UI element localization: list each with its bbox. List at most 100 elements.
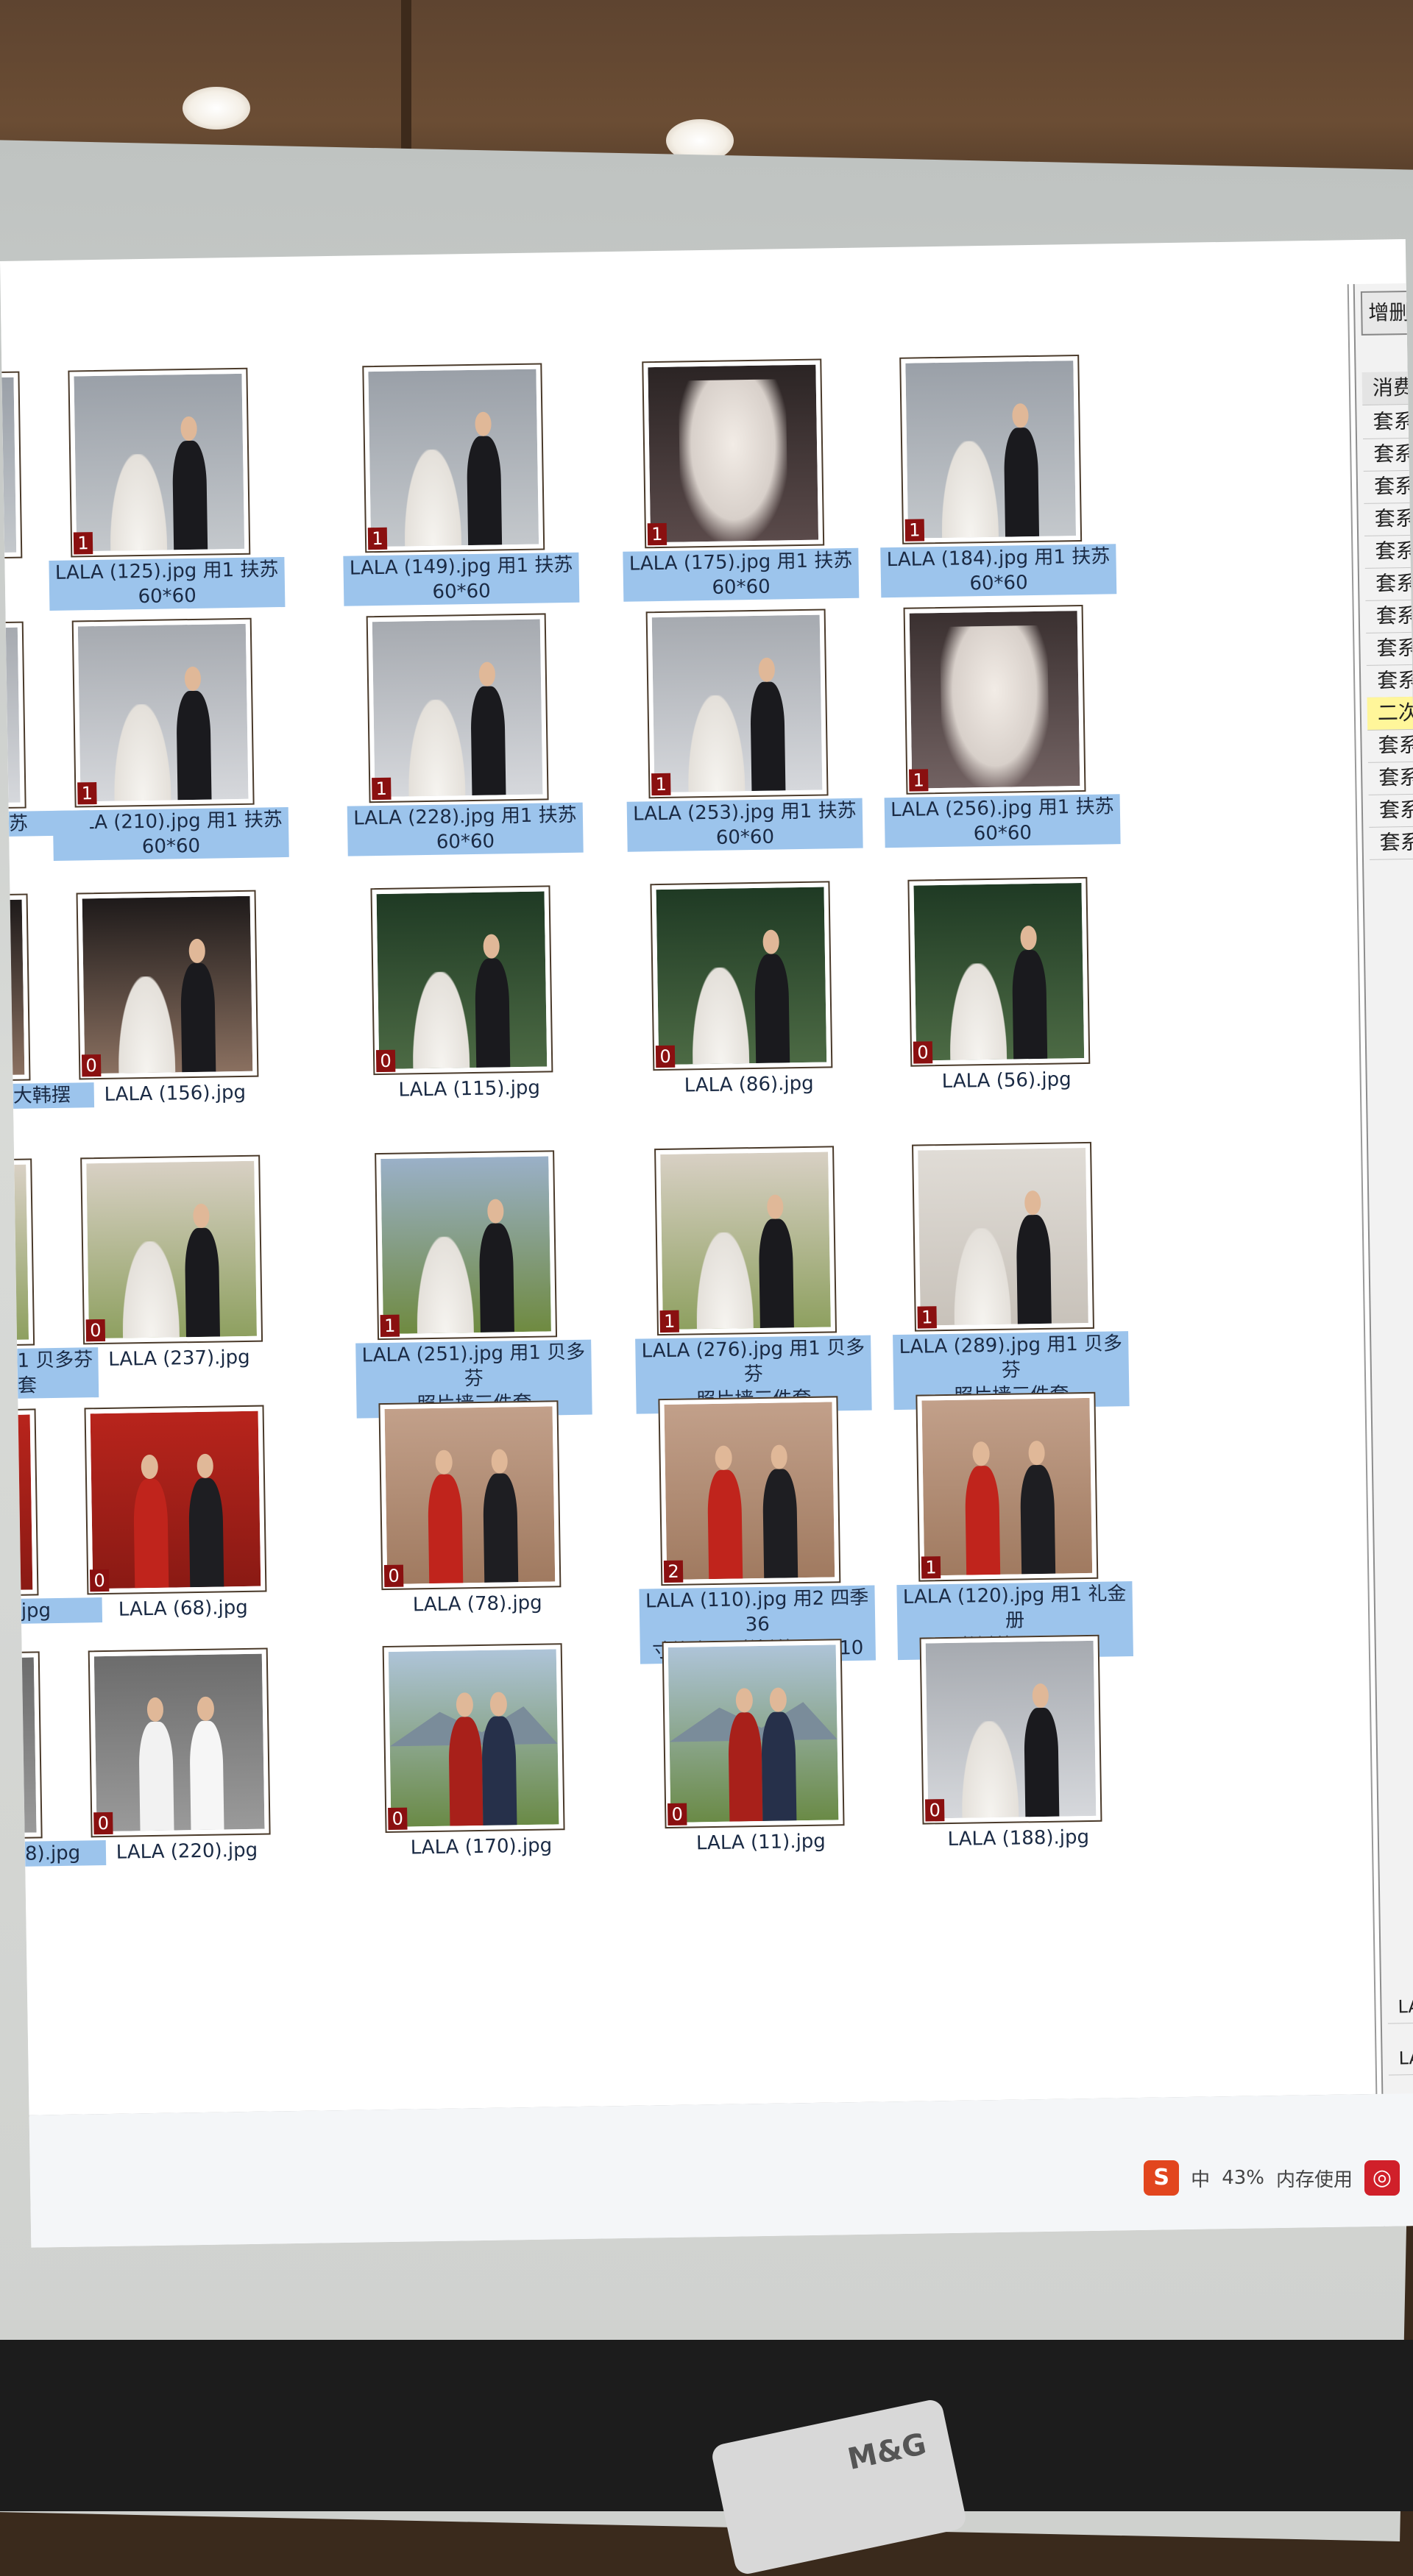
- thumbnail-frame[interactable]: 1: [366, 613, 549, 803]
- photo-thumbnail[interactable]: 0 LALA (170).jpg: [368, 1642, 633, 1859]
- partial-caption[interactable]: 8).jpg: [24, 1840, 107, 1867]
- partial-caption[interactable]: 1 贝多芬 套: [17, 1347, 99, 1399]
- side-package-row[interactable]: 套系: [1368, 793, 1413, 828]
- thumbnail-frame[interactable]: 0: [919, 1634, 1102, 1825]
- wedding-photo: [909, 611, 1080, 789]
- thumbnail-frame[interactable]: 0: [662, 1639, 845, 1829]
- photo-thumbnail[interactable]: 0 LALA (56).jpg: [893, 876, 1158, 1093]
- usage-count-badge: 1: [73, 532, 93, 555]
- usage-count-badge: 0: [383, 1564, 404, 1588]
- side-package-row[interactable]: 套系: [1362, 405, 1413, 439]
- wedding-photo: [667, 1644, 839, 1823]
- photo-thumbnail[interactable]: 1LALA (276).jpg 用1 贝多芬 照片墙三件套: [635, 1145, 904, 1414]
- photo-caption[interactable]: LALA (86).jpg: [631, 1071, 866, 1099]
- side-package-row[interactable]: 套系: [1367, 728, 1413, 763]
- photo-caption[interactable]: LALA (175).jpg 用1 扶苏 60*60: [623, 547, 860, 602]
- sogou-ime-icon[interactable]: S: [1144, 2160, 1180, 2196]
- photo-thumbnail[interactable]: 0 LALA (237).jpg: [65, 1154, 330, 1371]
- photo-caption[interactable]: LALA (256).jpg 用1 扶苏 60*60: [884, 794, 1121, 848]
- partial-caption[interactable]: jpg: [21, 1597, 103, 1624]
- photo-thumbnail[interactable]: 1 LALA (256).jpg 用1 扶苏 60*60: [884, 603, 1154, 848]
- wedding-photo: [93, 1653, 265, 1832]
- side-package-row[interactable]: 套系: [1364, 567, 1413, 601]
- side-package-row[interactable]: 套系: [1364, 502, 1413, 536]
- photo-thumbnail[interactable]: 0 LALA (220).jpg: [74, 1647, 339, 1864]
- photo-thumbnail[interactable]: 1 LALA (125).jpg 用1 扶苏 60*60: [49, 366, 318, 611]
- thumbnail-frame[interactable]: 1: [654, 1146, 837, 1336]
- wedding-photo: [918, 1147, 1088, 1326]
- photo-thumbnail[interactable]: 1 LALA (253).jpg 用1 扶苏 60*60: [626, 608, 896, 852]
- usage-count-badge: 1: [651, 773, 671, 796]
- side-package-row[interactable]: 套系: [1363, 469, 1413, 504]
- photo-caption[interactable]: LALA (78).jpg: [359, 1590, 595, 1619]
- thumbnail-frame[interactable]: 1: [916, 1391, 1099, 1582]
- wedding-photo: [77, 623, 249, 802]
- thumbnail-frame[interactable]: 1: [899, 354, 1083, 544]
- side-package-row[interactable]: 套系: [1366, 664, 1413, 698]
- thumbnail-frame[interactable]: 0: [80, 1154, 263, 1345]
- photo-caption[interactable]: LALA (149).jpg 用1 扶苏 60*60: [343, 552, 580, 606]
- side-bottom-item[interactable]: LALA: [1388, 2041, 1413, 2076]
- photo-thumbnail[interactable]: 0 LALA (156).jpg: [61, 889, 326, 1106]
- wedding-photo: [368, 369, 539, 547]
- photo-thumbnail[interactable]: 1 LALA (228).jpg 用1 扶苏 60*60: [347, 612, 617, 856]
- side-package-row[interactable]: 二次: [1367, 696, 1413, 731]
- photo-thumbnail[interactable]: 1 LALA (149).jpg 用1 扶苏 60*60: [343, 362, 612, 606]
- side-package-row[interactable]: 套系: [1369, 826, 1413, 860]
- thumbnail-frame[interactable]: 1: [645, 608, 829, 799]
- side-package-row[interactable]: 套系: [1365, 599, 1413, 634]
- photo-caption[interactable]: LALA (228).jpg 用1 扶苏 60*60: [347, 802, 584, 856]
- photo-grid: 1 LALA (125).jpg 用1 扶苏 60*60 1 LALA (149).j…: [0, 284, 1378, 2117]
- photo-caption[interactable]: LALA (170).jpg: [364, 1832, 599, 1861]
- ime-label[interactable]: 中: [1191, 2165, 1210, 2192]
- memory-percent: 43%: [1222, 2167, 1264, 2189]
- usage-count-badge: 1: [909, 769, 929, 792]
- ceiling-lamp: [183, 87, 250, 129]
- usage-count-badge: 2: [663, 1560, 684, 1583]
- photo-thumbnail[interactable]: 1 LALA (184).jpg 用1 扶苏 60*60: [880, 353, 1150, 598]
- photo-thumbnail[interactable]: 1 LALA (175).jpg 用1 扶苏 60*60: [623, 358, 892, 602]
- photo-thumbnail[interactable]: 0 LALA (86).jpg: [635, 880, 900, 1097]
- thumbnail-frame[interactable]: 0: [84, 1405, 267, 1595]
- thumbnail-frame[interactable]: 0: [382, 1643, 565, 1834]
- partial-caption[interactable]: 大韩摆: [13, 1082, 95, 1109]
- thumbnail-frame[interactable]: 0: [88, 1647, 271, 1838]
- side-package-row[interactable]: 套系: [1366, 631, 1413, 666]
- photo-caption[interactable]: LALA (115).jpg: [352, 1075, 587, 1104]
- usage-count-badge: 0: [913, 1041, 933, 1064]
- side-package-row[interactable]: 套系: [1363, 437, 1413, 472]
- photo-caption[interactable]: LALA (125).jpg 用1 扶苏 60*60: [49, 556, 286, 611]
- photo-caption[interactable]: LALA (253).jpg 用1 扶苏 60*60: [626, 798, 863, 852]
- photo-caption[interactable]: LALA (184).jpg 用1 扶苏 60*60: [880, 544, 1117, 598]
- photo-thumbnail[interactable]: 1LALA (289).jpg 用1 贝多芬 照片墙三件套: [893, 1140, 1162, 1411]
- thumbnail-frame[interactable]: 1: [362, 363, 545, 553]
- wedding-photo: [656, 887, 827, 1065]
- photo-thumbnail[interactable]: 0 LALA (68).jpg: [69, 1404, 334, 1621]
- monitor-screen: 1 LALA (125).jpg 用1 扶苏 60*60 1 LALA (149).j…: [0, 238, 1413, 2248]
- thumbnail-frame[interactable]: 0: [650, 881, 833, 1071]
- thumbnail-frame[interactable]: 1: [68, 367, 251, 558]
- thumbnail-frame[interactable]: 0: [378, 1400, 562, 1591]
- thumbnail-frame[interactable]: 0: [370, 885, 553, 1076]
- side-package-row[interactable]: 套系: [1367, 761, 1413, 795]
- photo-thumbnail[interactable]: 1 LALA (210).jpg 用1 扶苏 60*60: [52, 617, 322, 861]
- photo-caption[interactable]: LALA (11).jpg: [643, 1828, 879, 1857]
- side-package-row[interactable]: 套系: [1364, 534, 1413, 569]
- side-add-button[interactable]: 增删: [1360, 290, 1413, 336]
- thumbnail-frame[interactable]: 1: [375, 1150, 558, 1341]
- app-tray-icon[interactable]: ◎: [1364, 2160, 1400, 2196]
- thumbnail-frame[interactable]: 2: [658, 1396, 841, 1586]
- thumbnail-frame[interactable]: 1: [903, 604, 1086, 795]
- thumbnail-frame[interactable]: 1: [912, 1141, 1094, 1332]
- partial-caption[interactable]: 苏: [8, 810, 91, 837]
- side-bottom-item[interactable]: LALA: [1387, 1990, 1413, 2024]
- photo-thumbnail[interactable]: 0 LALA (115).jpg: [355, 884, 620, 1101]
- photo-thumbnail[interactable]: 1LALA (251).jpg 用1 贝多芬 照片墙三件套: [355, 1149, 625, 1419]
- photo-caption[interactable]: LALA (56).jpg: [888, 1066, 1124, 1095]
- photo-caption[interactable]: LALA (188).jpg: [901, 1824, 1136, 1853]
- thumbnail-frame[interactable]: 0: [76, 890, 259, 1080]
- thumbnail-frame[interactable]: 1: [71, 617, 255, 808]
- thumbnail-frame[interactable]: 0: [907, 876, 1091, 1067]
- side-header: 消费: [1361, 371, 1413, 405]
- thumbnail-frame[interactable]: 1: [642, 358, 825, 549]
